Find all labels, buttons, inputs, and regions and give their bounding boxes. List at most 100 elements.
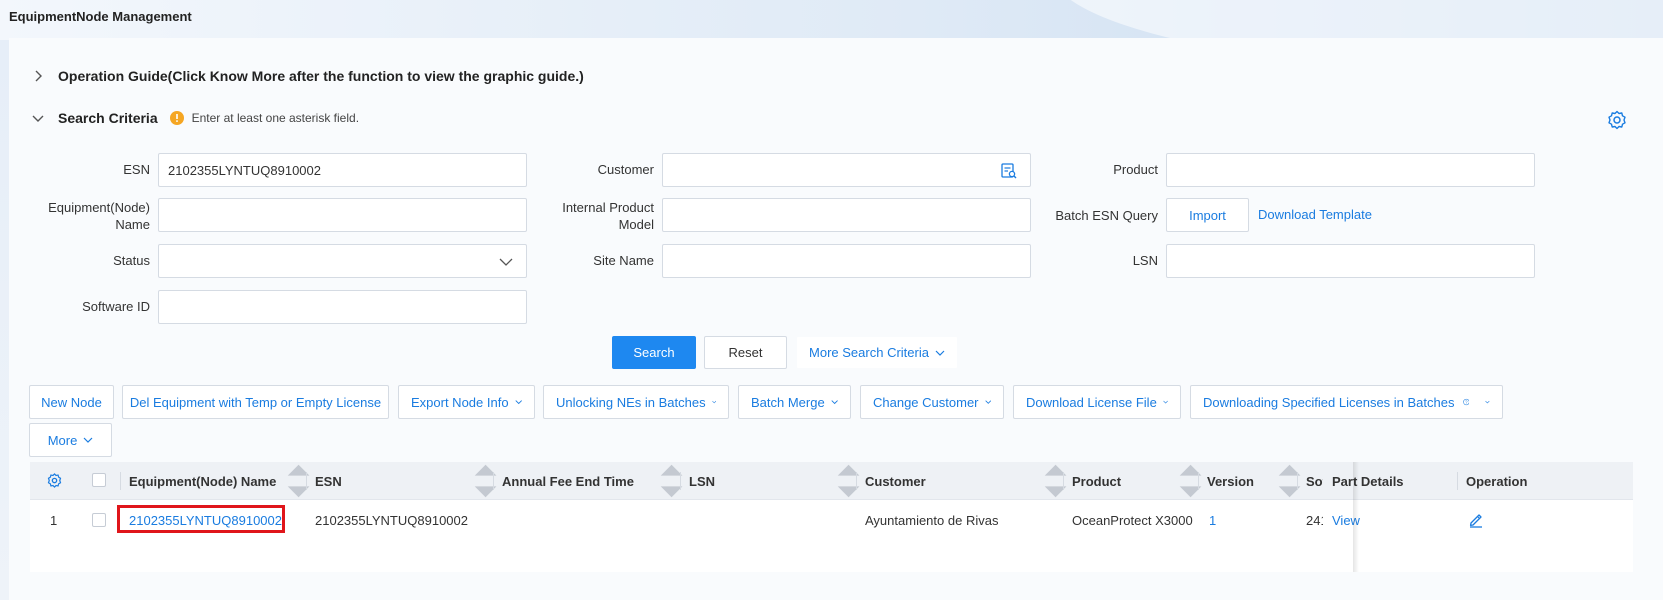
chevron-down-icon [32, 115, 44, 122]
equipment-name-input[interactable] [158, 198, 527, 232]
del-equipment-button[interactable]: Del Equipment with Temp or Empty License [122, 385, 389, 419]
download-license-label: Download License File [1026, 394, 1157, 410]
column-header-version-label: Version [1207, 473, 1254, 489]
download-specified-licenses-label: Downloading Specified Licenses in Batche… [1203, 394, 1455, 410]
customer-lookup-icon[interactable] [1000, 162, 1018, 180]
search-hint: Enter at least one asterisk field. [191, 111, 360, 125]
internal-model-label: Internal Product Model [530, 199, 654, 233]
top-bar: EquipmentNode Management [0, 0, 1663, 40]
lsn-input[interactable] [1166, 244, 1535, 278]
unlocking-nes-label: Unlocking NEs in Batches [556, 394, 706, 410]
new-node-button[interactable]: New Node [29, 385, 114, 419]
software-id-label: Software ID [82, 299, 150, 314]
row-checkbox-cell[interactable] [92, 500, 106, 540]
site-name-input[interactable] [662, 244, 1031, 278]
download-template-link[interactable]: Download Template [1258, 207, 1372, 222]
sort-icon[interactable] [835, 462, 862, 500]
chevron-down-icon [984, 400, 991, 404]
software-id-input[interactable] [158, 290, 527, 324]
sort-icon[interactable] [472, 462, 499, 500]
sort-icon[interactable] [658, 462, 685, 500]
select-all-checkbox[interactable] [92, 473, 106, 487]
column-header-product-label: Product [1072, 473, 1122, 489]
chevron-down-icon [831, 400, 838, 405]
table-header: Equipment(Node) Name ESN Annual Fee End … [30, 462, 1633, 500]
sort-icon[interactable] [285, 462, 312, 500]
row-checkbox[interactable] [92, 513, 106, 527]
internal-model-label-line2: Model [618, 217, 654, 232]
sort-icon[interactable] [1276, 462, 1303, 500]
column-header-customer-label: Customer [865, 473, 926, 489]
lsn-label: LSN [1132, 253, 1158, 268]
column-divider [1198, 472, 1199, 490]
status-select[interactable] [158, 244, 527, 278]
column-header-esn[interactable]: ESN [315, 462, 342, 500]
column-header-operation: Operation [1466, 462, 1527, 500]
reset-button[interactable]: Reset [704, 336, 787, 369]
page-title: EquipmentNode Management [9, 9, 192, 24]
change-customer-label: Change Customer [873, 394, 979, 410]
site-name-label: Site Name [593, 253, 654, 268]
batch-merge-label: Batch Merge [751, 394, 825, 410]
highlight-annotation [117, 505, 285, 533]
column-header-lsn[interactable]: LSN [689, 462, 715, 500]
column-header-software-partial-label: Sof [1306, 473, 1323, 489]
import-button[interactable]: Import [1166, 198, 1249, 232]
row-customer: Ayuntamiento de Rivas [865, 512, 999, 528]
more-search-criteria-label: More Search Criteria [809, 345, 929, 360]
column-header-part-details-label: Part Details [1332, 473, 1404, 489]
warning-icon [169, 111, 184, 125]
equipment-name-label: Equipment(Node) Name [30, 199, 150, 233]
column-header-product[interactable]: Product [1072, 462, 1121, 500]
column-divider [120, 472, 121, 490]
header-decoration [1050, 0, 1663, 40]
esn-label: ESN [123, 162, 150, 177]
column-divider [1457, 472, 1458, 490]
internal-model-input[interactable] [662, 198, 1031, 232]
row-index: 1 [50, 512, 58, 528]
column-divider [1297, 472, 1298, 490]
customer-label: Customer [597, 162, 654, 177]
sort-icon[interactable] [1042, 462, 1069, 500]
change-customer-button[interactable]: Change Customer [860, 385, 1004, 419]
export-node-info-button[interactable]: Export Node Info [398, 385, 535, 419]
operation-guide-header[interactable]: Operation Guide(Click Know More after th… [30, 68, 584, 84]
column-header-annual-fee-label: Annual Fee End Time [502, 473, 634, 489]
row-version-link[interactable]: 1 [1209, 500, 1216, 540]
column-header-name[interactable]: Equipment(Node) Name [129, 462, 276, 500]
column-header-version[interactable]: Version [1207, 462, 1254, 500]
column-header-esn-label: ESN [315, 473, 342, 489]
search-criteria-title: Search Criteria [58, 110, 158, 126]
sort-icon[interactable] [1177, 462, 1204, 500]
column-header-customer[interactable]: Customer [865, 462, 926, 500]
column-header-name-label: Equipment(Node) Name [129, 473, 277, 489]
batch-merge-button[interactable]: Batch Merge [738, 385, 851, 419]
more-search-criteria-button[interactable]: More Search Criteria [796, 336, 958, 369]
download-license-button[interactable]: Download License File [1013, 385, 1181, 419]
customer-input[interactable] [662, 153, 1031, 187]
column-settings-icon[interactable] [47, 473, 62, 488]
column-header-annual-fee[interactable]: Annual Fee End Time [502, 462, 634, 500]
equipment-name-label-line2: Name [115, 217, 150, 232]
search-button[interactable]: Search [612, 336, 696, 369]
esn-input[interactable]: 2102355LYNTUQ8910002 [158, 153, 527, 187]
edit-icon[interactable] [1468, 512, 1484, 528]
column-header-operation-label: Operation [1466, 473, 1528, 489]
download-specified-licenses-button[interactable]: Downloading Specified Licenses in Batche… [1190, 385, 1503, 419]
settings-gear-icon[interactable] [1607, 110, 1627, 130]
search-criteria-header[interactable]: Search Criteria Enter at least one aster… [30, 110, 359, 126]
more-button[interactable]: More [29, 423, 112, 457]
product-input[interactable] [1166, 153, 1535, 187]
row-operation [1468, 500, 1484, 540]
help-icon[interactable]: ? [1462, 395, 1470, 409]
unlocking-nes-button[interactable]: Unlocking NEs in Batches [543, 385, 729, 419]
column-header-software-partial[interactable]: Sof [1306, 462, 1323, 500]
frozen-column-shadow [1353, 462, 1359, 572]
internal-model-label-line1: Internal Product [562, 200, 654, 215]
chevron-down-icon [499, 258, 513, 266]
row-product: OceanProtect X3000 [1072, 512, 1193, 528]
row-esn: 2102355LYNTUQ8910002 [315, 512, 468, 528]
row-software-partial: 241 [1306, 512, 1323, 528]
chevron-down-icon [935, 350, 945, 356]
batch-esn-label: Batch ESN Query [1055, 208, 1158, 223]
